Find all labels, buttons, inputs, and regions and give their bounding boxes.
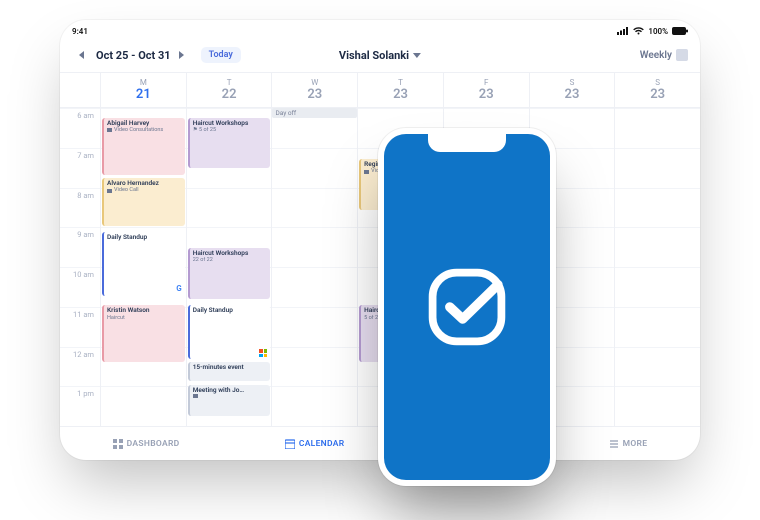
user-name-label: Vishal Solanki xyxy=(339,49,409,62)
day-header-0[interactable]: M21 xyxy=(100,73,186,107)
calendar-event[interactable]: Meeting with Jo… xyxy=(188,385,271,417)
event-subtitle: Haircut xyxy=(107,315,182,321)
view-grid-icon xyxy=(676,49,688,61)
wifi-icon xyxy=(633,27,644,35)
prev-week-button[interactable] xyxy=(72,46,90,64)
view-mode-label: Weekly xyxy=(640,50,672,61)
nav-more[interactable]: MORE xyxy=(609,439,648,449)
calendar-event[interactable]: Alvaro HernandezVideo Call xyxy=(102,178,185,226)
hour-label: 7 am xyxy=(60,148,100,188)
nav-dashboard-label: DASHBOARD xyxy=(127,439,180,449)
nav-dashboard[interactable]: DASHBOARD xyxy=(113,439,180,449)
app-header: Oct 25 - Oct 31 Today Vishal Solanki Wee… xyxy=(60,38,700,72)
hour-label: 9 am xyxy=(60,227,100,267)
app-logo-icon xyxy=(424,264,510,350)
event-title: Abigail Harvey xyxy=(107,120,182,127)
nav-more-label: MORE xyxy=(623,439,648,449)
day-header-5[interactable]: S23 xyxy=(529,73,615,107)
calendar-event[interactable]: Haircut Workshops⚑ 5 of 25 xyxy=(188,118,271,169)
day-header-3[interactable]: T23 xyxy=(357,73,443,107)
microsoft-icon xyxy=(259,349,267,357)
calendar-icon xyxy=(285,439,295,449)
video-icon xyxy=(193,394,198,398)
day-header-row: M21T22W23T23F23S23S23 xyxy=(60,72,700,108)
calendar-event[interactable]: Kristin WatsonHaircut xyxy=(102,305,185,362)
phone-notch xyxy=(428,134,506,152)
event-subtitle: ⚑ 5 of 25 xyxy=(193,127,268,133)
day-col-0[interactable]: Abigail HarveyVideo ConsultationsAlvaro … xyxy=(100,108,186,426)
calendar-event[interactable]: Haircut Workshops22 of 22 xyxy=(188,248,271,299)
status-icons: 100% xyxy=(617,27,688,36)
event-title: Meeting with Jo… xyxy=(193,387,268,394)
day-header-6[interactable]: S23 xyxy=(614,73,700,107)
today-button[interactable]: Today xyxy=(201,47,241,63)
event-title: Daily Standup xyxy=(193,307,268,314)
day-col-1[interactable]: Haircut Workshops⚑ 5 of 25Haircut Worksh… xyxy=(186,108,272,426)
menu-icon xyxy=(609,439,619,449)
video-icon xyxy=(107,189,112,193)
event-subtitle: 22 of 22 xyxy=(193,257,268,263)
video-icon xyxy=(107,128,112,132)
event-title: Haircut Workshops xyxy=(193,120,268,127)
nav-calendar-label: CALENDAR xyxy=(299,439,345,449)
hour-label: 8 am xyxy=(60,188,100,228)
calendar-event[interactable]: Abigail HarveyVideo Consultations xyxy=(102,118,185,175)
day-col-2[interactable]: Day off xyxy=(271,108,357,426)
event-subtitle xyxy=(193,394,268,398)
hour-label: 11 am xyxy=(60,307,100,347)
day-col-6[interactable] xyxy=(614,108,700,426)
day-header-2[interactable]: W23 xyxy=(271,73,357,107)
event-title: Daily Standup xyxy=(107,234,182,241)
google-icon: G xyxy=(176,284,181,293)
signal-icon xyxy=(617,27,629,35)
chevron-down-icon xyxy=(413,53,421,58)
user-selector[interactable]: Vishal Solanki xyxy=(339,49,421,62)
hour-label: 12 am xyxy=(60,347,100,387)
status-time: 9:41 xyxy=(72,27,88,36)
event-subtitle: Video Consultations xyxy=(107,127,182,133)
phone-screen xyxy=(384,134,550,480)
event-title: 15-minutes event xyxy=(193,364,268,371)
battery-percent: 100% xyxy=(648,27,668,36)
calendar-event[interactable]: Daily Standup xyxy=(188,305,271,359)
dashboard-icon xyxy=(113,439,123,449)
day-header-1[interactable]: T22 xyxy=(186,73,272,107)
hour-label: 6 am xyxy=(60,108,100,148)
battery-icon xyxy=(672,27,688,35)
allday-event[interactable]: Day off xyxy=(272,108,357,118)
date-range[interactable]: Oct 25 - Oct 31 xyxy=(96,49,171,62)
event-title: Kristin Watson xyxy=(107,307,182,314)
nav-calendar[interactable]: CALENDAR xyxy=(285,439,345,449)
hour-label: 10 am xyxy=(60,267,100,307)
hour-label: 1 pm xyxy=(60,386,100,426)
status-bar: 9:41 100% xyxy=(60,20,700,38)
calendar-event[interactable]: 15-minutes event xyxy=(188,362,271,381)
next-week-button[interactable] xyxy=(173,46,191,64)
event-subtitle: Video Call xyxy=(107,187,182,193)
view-mode-selector[interactable]: Weekly xyxy=(640,49,688,61)
event-title: Haircut Workshops xyxy=(193,250,268,257)
video-icon xyxy=(364,170,369,174)
event-title: Alvaro Hernandez xyxy=(107,180,182,187)
day-header-4[interactable]: F23 xyxy=(443,73,529,107)
phone-device xyxy=(378,128,556,486)
calendar-event[interactable]: Daily Standup G xyxy=(102,232,185,296)
time-gutter: 6 am7 am8 am9 am10 am11 am12 am1 pm xyxy=(60,108,100,426)
